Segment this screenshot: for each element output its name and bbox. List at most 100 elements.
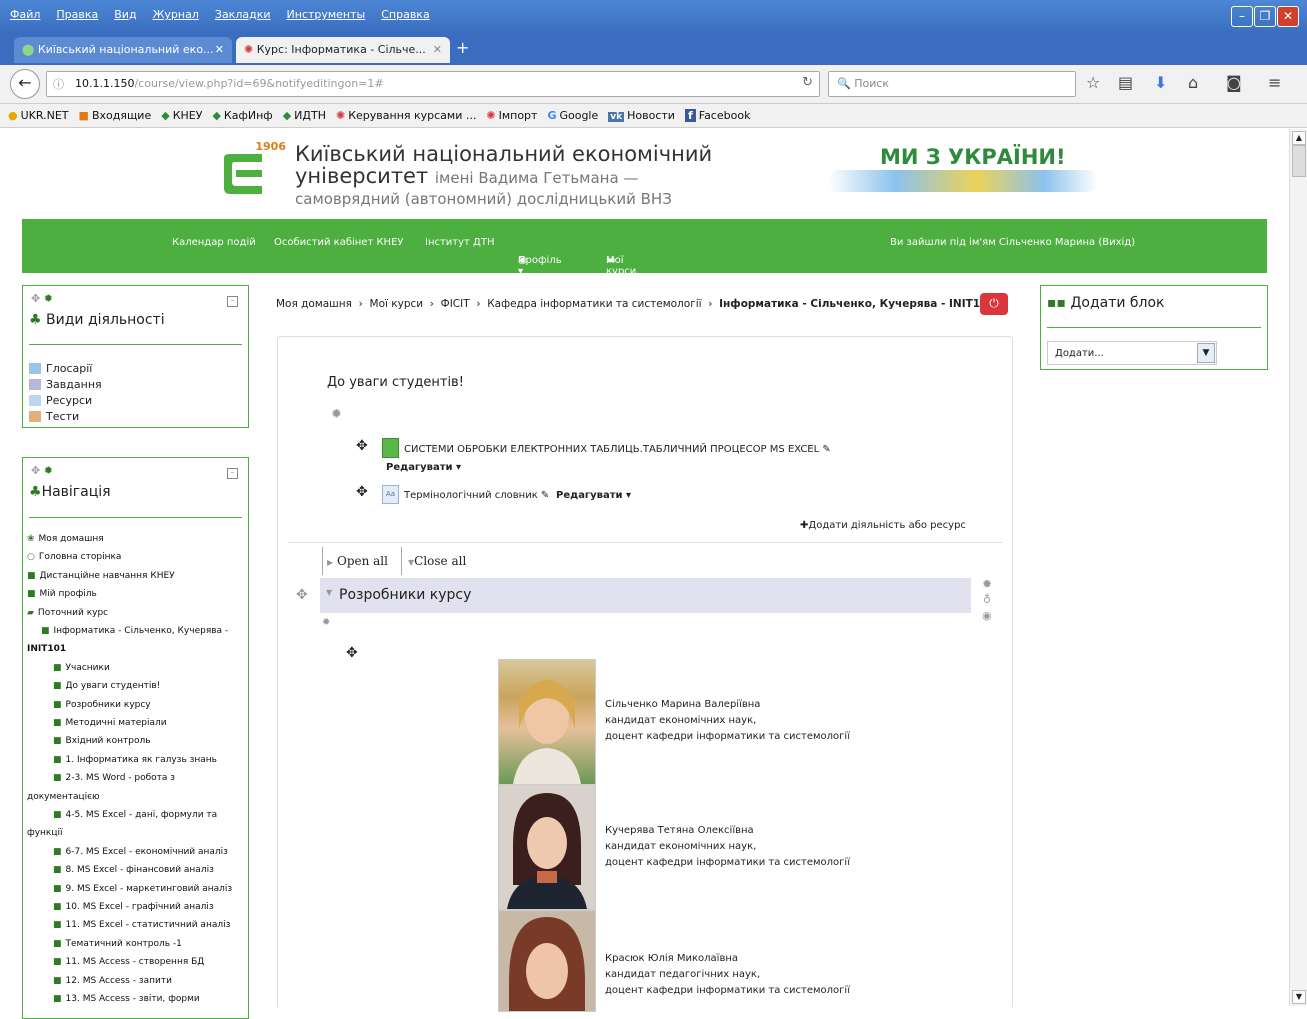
activity-assignment[interactable]: Завдання (29, 378, 102, 391)
bookmark-import[interactable]: ✺ Імпорт (486, 109, 537, 122)
bookmark-facebook[interactable]: f Facebook (684, 109, 750, 122)
tab-course[interactable]: ✺ Курс: Інформатика - Сільче... ✕ (236, 37, 450, 63)
nav-tree-item[interactable]: ■ 9. MS Excel - маркетинговий аналіз (53, 882, 232, 896)
edit-menu-2[interactable]: Редагувати ▾ (556, 490, 631, 501)
nav-tree-item[interactable]: ■ 11. MS Access - створення БД (53, 955, 204, 969)
menu-file[interactable]: Файл (10, 8, 40, 21)
menu-tools[interactable]: Инструменты (287, 8, 366, 21)
nav-tree-item[interactable]: ■ 11. MS Excel - статистичний аналіз (53, 918, 230, 932)
nav-tree-item[interactable]: ■ Тематичний контроль -1 (53, 937, 182, 951)
nav-tree-item[interactable]: ■ 10. MS Excel - графічний аналіз (53, 900, 214, 914)
nav-calendar[interactable]: Календар подій (172, 237, 256, 248)
new-tab-icon[interactable]: + (456, 38, 469, 57)
info-icon[interactable]: ⓘ (53, 76, 64, 92)
activity-quiz[interactable]: Тести (29, 410, 79, 423)
collapse-icon[interactable]: – (227, 296, 238, 307)
menu-bookmarks[interactable]: Закладки (215, 8, 271, 21)
reading-list-icon[interactable]: ▤ (1118, 73, 1133, 92)
bookmark-inbox[interactable]: ■ Входящие (79, 109, 152, 122)
gear-icon[interactable]: ✹ (322, 617, 330, 628)
nav-tree-item[interactable]: ■ Учасники (53, 661, 110, 675)
nav-tree-item[interactable]: ■ 1. Інформатика як галузь знань (53, 753, 217, 767)
nav-tree-item[interactable]: INIT101 (27, 642, 66, 656)
nav-tree-item[interactable]: ■ Мій профіль (27, 587, 97, 601)
back-icon[interactable]: ← (10, 69, 40, 99)
menu-history[interactable]: Журнал (153, 8, 199, 21)
crumb-department[interactable]: Кафедра інформатики та системології (487, 298, 701, 310)
search-box[interactable]: 🔍 Поиск (828, 71, 1076, 97)
home-icon[interactable]: ⌂ (1188, 73, 1198, 92)
menu-help[interactable]: Справка (381, 8, 429, 21)
crumb-faculty[interactable]: ФІСІТ (441, 298, 470, 310)
resource-excel-link[interactable]: СИСТЕМИ ОБРОБКИ ЕЛЕКТРОННИХ ТАБЛИЦЬ.ТАБЛ… (404, 444, 831, 455)
move-icon[interactable]: ✥ (346, 645, 358, 661)
nav-institute[interactable]: Інститут ДТН (425, 237, 495, 248)
close-window-icon[interactable]: ✕ (1277, 6, 1299, 27)
add-block-select[interactable]: Додати... ▼ (1047, 341, 1217, 365)
open-all-button[interactable]: ▶ Open all (322, 547, 402, 575)
move-icon[interactable]: ✥ (296, 587, 308, 603)
bookmark-idtn[interactable]: ◆ ИДТН (283, 109, 326, 122)
nav-tree-item[interactable]: ■ Інформатика - Сільченко, Кучерява - (41, 624, 228, 638)
nav-tree-item[interactable]: ■ 8. MS Excel - фінансовий аналіз (53, 863, 214, 877)
download-icon[interactable]: ⬇ (1154, 73, 1167, 92)
nav-tree-item[interactable]: ■ Дистанційне навчання КНЕУ (27, 569, 175, 583)
hamburger-menu-icon[interactable]: ≡ (1268, 73, 1281, 92)
nav-tree-item[interactable]: ■ Методичні матеріали (53, 716, 167, 730)
bookmark-kneu[interactable]: ◆ КНЕУ (161, 109, 202, 122)
gear-icon[interactable]: ✹ (331, 407, 342, 422)
nav-tree-item[interactable]: ■ Розробники курсу (53, 698, 151, 712)
section-header-developers[interactable]: ▼ Розробники курсу (320, 578, 971, 613)
resource-glossary-link[interactable]: Термінологічний словник ✎ (404, 490, 549, 501)
editing-off-button[interactable]: ⏻ (980, 293, 1008, 315)
nav-tree-item[interactable]: ○ Головна сторінка (27, 550, 121, 564)
url-bar[interactable]: ⓘ 10.1.1.150/course/view.php?id=69&notif… (46, 71, 820, 97)
move-icon[interactable]: ✥ (356, 438, 368, 454)
bookmark-google[interactable]: G Google (547, 109, 598, 122)
move-block-icon[interactable]: ✥ ✹ (31, 292, 53, 305)
activity-glossary[interactable]: Глосарії (29, 362, 92, 375)
bookmark-ukrnet[interactable]: ● UKR.NET (8, 109, 69, 122)
pencil-icon[interactable]: ✎ (822, 444, 830, 455)
scroll-up-icon[interactable]: ▲ (1292, 131, 1306, 145)
nav-tree-item[interactable]: ▰ Поточний курс (27, 606, 108, 620)
crumb-home[interactable]: Моя домашня (276, 298, 352, 310)
nav-tree-item[interactable]: ■ 13. MS Access - звіти, форми (53, 992, 200, 1006)
reload-icon[interactable]: ↻ (802, 75, 813, 90)
nav-tree-item[interactable]: ■ 2-3. MS Word - робота з (53, 771, 175, 785)
bookmark-kafinf[interactable]: ◆ КафИнф (212, 109, 272, 122)
tab-close-icon[interactable]: ✕ (215, 37, 224, 63)
nav-tree-item[interactable]: ■ До уваги студентів! (53, 679, 160, 693)
bookmark-course-admin[interactable]: ✺ Керування курсами ... (336, 109, 476, 122)
move-block-icon[interactable]: ✥ ✹ (31, 464, 53, 477)
activity-resources[interactable]: Ресурси (29, 394, 92, 407)
chevron-down-icon[interactable]: ▼ (1197, 343, 1215, 363)
caret-down-icon[interactable]: ▼ (326, 588, 332, 597)
nav-tree-item[interactable]: ❀ Моя домашня (27, 532, 104, 546)
nav-tree-item[interactable]: ■ Вхідний контроль (53, 734, 151, 748)
tab-close-icon[interactable]: ✕ (433, 37, 442, 63)
menu-view[interactable]: Вид (114, 8, 136, 21)
collapse-icon[interactable]: – (227, 468, 238, 479)
gear-icon[interactable]: ✹ (44, 292, 53, 305)
highlight-icon[interactable]: ♁ (983, 593, 991, 606)
star-icon[interactable]: ☆ (1086, 73, 1100, 92)
add-activity-link[interactable]: ✚Додати діяльність або ресурс (800, 520, 966, 531)
kneu-logo[interactable]: 1906 (218, 140, 286, 196)
menu-edit[interactable]: Правка (56, 8, 98, 21)
scroll-thumb[interactable] (1292, 145, 1306, 177)
crumb-my-courses[interactable]: Мої курси (370, 298, 424, 310)
bookmark-vk[interactable]: vk Новости (608, 109, 675, 122)
gear-icon[interactable]: ✹ (44, 464, 53, 477)
login-info[interactable]: Ви зайшли під ім'ям Сільченко Марина (Ви… (890, 237, 1135, 248)
nav-tree-item[interactable]: функції (27, 826, 62, 840)
minimize-icon[interactable]: – (1231, 6, 1253, 27)
move-icon[interactable]: ✥ (356, 484, 368, 500)
tab-kneu[interactable]: ⬤ Київський національний еко... ✕ (14, 37, 232, 63)
eye-icon[interactable]: ◉ (982, 609, 992, 622)
nav-cabinet[interactable]: Особистий кабінет КНЕУ (274, 237, 404, 248)
pocket-icon[interactable]: ◙ (1226, 73, 1242, 92)
edit-menu-1[interactable]: Редагувати ▾ (386, 462, 461, 473)
nav-tree-item[interactable]: ■ 12. MS Access - запити (53, 974, 172, 988)
maximize-icon[interactable]: ❐ (1254, 6, 1276, 27)
